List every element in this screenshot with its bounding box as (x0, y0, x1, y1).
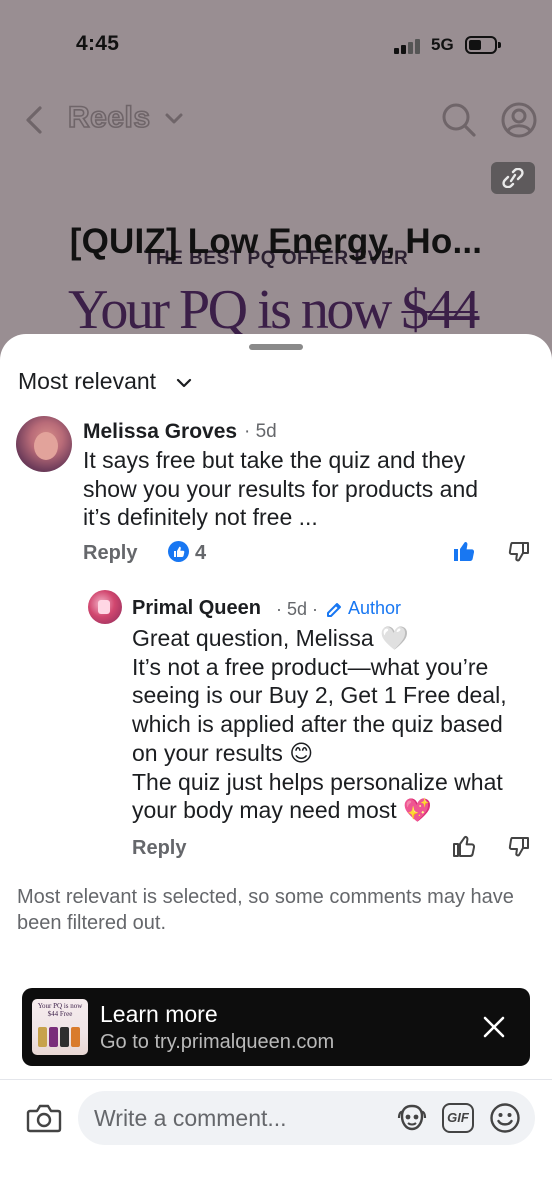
comment-line: which is applied after the quiz based (132, 711, 503, 738)
comment-timestamp: · 5d (244, 421, 277, 442)
thumbs-up-icon[interactable] (452, 834, 476, 858)
comment-field[interactable]: GIF (78, 1091, 535, 1145)
status-time: 4:45 (76, 32, 120, 55)
gif-icon[interactable]: GIF (442, 1103, 474, 1133)
divider (0, 1079, 552, 1080)
avatar[interactable] (88, 590, 122, 624)
camera-icon[interactable] (26, 1102, 62, 1134)
thumbs-down-icon[interactable] (507, 540, 531, 564)
network-label: 5G (431, 35, 454, 54)
thumbs-up-icon[interactable] (452, 539, 476, 563)
filter-note: Most relevant is selected, so some comme… (17, 886, 514, 934)
like-reaction-icon[interactable] (168, 541, 189, 562)
drag-handle[interactable] (249, 344, 303, 350)
battery-icon (465, 36, 501, 54)
close-icon[interactable] (482, 1015, 506, 1039)
ad-headline[interactable]: [QUIZ] Low Energy, Ho... (0, 222, 552, 262)
comment-line: seeing is our Buy 2, Get 1 Free deal, (132, 682, 507, 709)
banner-title[interactable]: Learn more (100, 1001, 218, 1028)
profile-icon[interactable] (500, 101, 538, 139)
product-shape (60, 1027, 69, 1047)
avatar-sticker-icon[interactable] (396, 1103, 428, 1133)
emoji-icon[interactable] (489, 1102, 521, 1134)
comment-timestamp: · 5d · (276, 599, 319, 619)
thumbs-down-icon[interactable] (507, 835, 531, 859)
back-icon[interactable] (20, 104, 48, 136)
comment-line: The quiz just helps personalize what (132, 768, 503, 795)
ad-price: $44 (401, 279, 480, 341)
like-count[interactable]: 4 (195, 542, 206, 565)
comment-line: It says free but take the quiz and they (83, 447, 466, 473)
comment-line: your body may need most 💖 (132, 797, 432, 824)
status-bar: 4:45 5G (0, 0, 552, 92)
nav-title[interactable]: Reels (67, 100, 151, 135)
banner-url[interactable]: Go to try.primalqueen.com (100, 1031, 334, 1054)
product-shape (38, 1027, 47, 1047)
top-nav: Reels (0, 96, 552, 148)
comment-text: Great question, Melissa 🤍 It’s not a fre… (132, 624, 507, 825)
comment-author-name[interactable]: Primal Queen (132, 597, 261, 620)
ad-price-line: Your PQ is now $44 (68, 278, 480, 342)
signal-icon (394, 38, 424, 54)
author-badge: Author (348, 598, 402, 618)
reply-button[interactable]: Reply (83, 542, 137, 565)
ad-price-prefix: Your PQ is now (68, 279, 402, 341)
comment-line: Great question, Melissa 🤍 (132, 625, 409, 651)
pencil-icon (327, 603, 341, 617)
product-shape (49, 1027, 58, 1047)
learn-more-banner[interactable]: Your PQ is now $44 Free Learn more Go to… (22, 988, 530, 1066)
comment-line: show you your results for products and (83, 475, 479, 502)
comments-sheet: Most relevant Melissa Groves · 5d It say… (0, 334, 552, 1200)
thumbs-up-icon (174, 546, 185, 557)
comment-line: It’s not a free product—what you’re (132, 653, 489, 680)
chevron-down-icon[interactable] (164, 111, 184, 127)
avatar[interactable] (16, 416, 72, 472)
reel-background: 4:45 5G Reels THE BEST PQ OFFER EVER [QU… (0, 0, 552, 380)
comment-line: it’s definitely not free ... (83, 504, 318, 531)
search-icon[interactable] (440, 101, 478, 139)
reply-button[interactable]: Reply (132, 837, 186, 860)
comment-input[interactable] (94, 1103, 384, 1133)
comment-line: on your results 😊 (132, 739, 314, 766)
ad-thumbnail-text: Your PQ is now $44 Free (37, 1002, 83, 1018)
comment-text: It says free but take the quiz and they … (83, 446, 478, 532)
comment-author-name[interactable]: Melissa Groves (83, 420, 237, 444)
copy-link-button[interactable] (491, 162, 535, 194)
chevron-down-icon[interactable] (176, 377, 192, 389)
link-icon (502, 168, 524, 188)
ad-thumbnail: Your PQ is now $44 Free (32, 999, 88, 1055)
sort-dropdown[interactable]: Most relevant (18, 368, 156, 395)
product-shape (71, 1027, 80, 1047)
